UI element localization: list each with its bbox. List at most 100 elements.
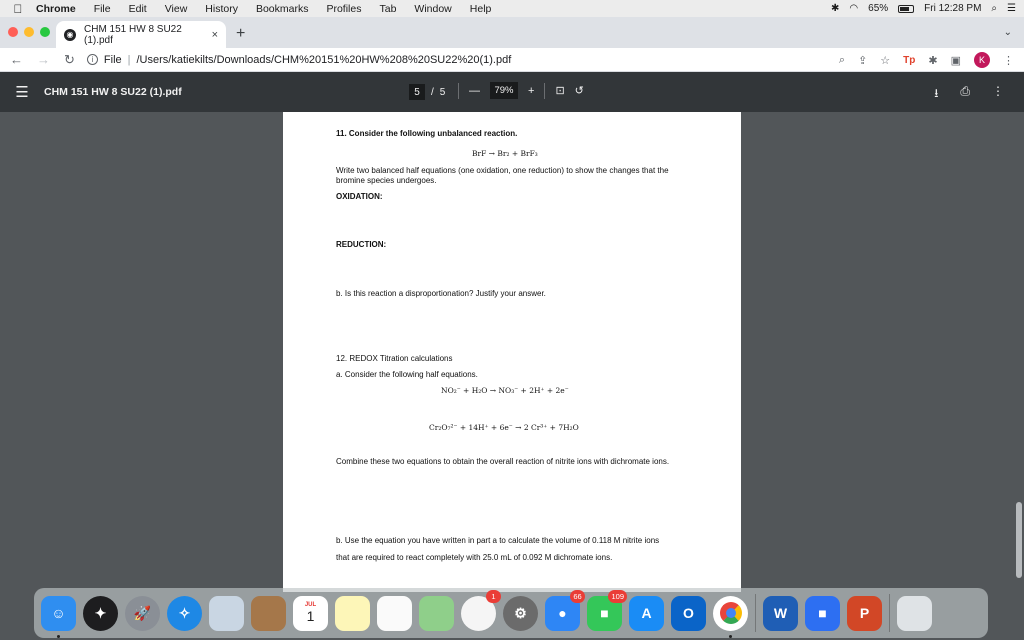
running-indicator xyxy=(57,635,60,638)
new-tab-button[interactable]: + xyxy=(236,25,245,43)
question-12a-text: a. Consider the following half equations… xyxy=(336,370,478,379)
wifi-icon[interactable]: ◠ xyxy=(849,3,858,14)
zoom-in-button[interactable]: + xyxy=(528,85,534,97)
question-12a-instruction: Combine these two equations to obtain th… xyxy=(336,457,669,466)
clock[interactable]: Fri 12:28 PM xyxy=(924,3,981,14)
apple-icon[interactable]:  xyxy=(0,2,36,16)
safari-icon[interactable]: ✧ xyxy=(167,596,202,631)
question-11b-text: b. Is this reaction a disproportionation… xyxy=(336,289,546,298)
menu-edit[interactable]: Edit xyxy=(129,3,147,15)
divider xyxy=(544,83,545,99)
outlook-label: O xyxy=(683,605,694,621)
notes-icon[interactable] xyxy=(335,596,370,631)
menu-file[interactable]: File xyxy=(94,3,111,15)
app-store-icon[interactable]: A xyxy=(629,596,664,631)
extensions-puzzle-icon[interactable]: ✱ xyxy=(928,54,937,67)
photos-badge: 1 xyxy=(486,590,501,603)
powerpoint-icon[interactable]: P xyxy=(847,596,882,631)
extension-tp-icon[interactable]: Tp xyxy=(903,55,915,66)
oxidation-label: OXIDATION: xyxy=(336,192,383,201)
menu-help[interactable]: Help xyxy=(470,3,492,15)
bookmark-star-icon[interactable]: ☆ xyxy=(880,54,890,67)
chrome-icon[interactable] xyxy=(713,596,748,631)
divider xyxy=(458,83,459,99)
contacts-icon[interactable] xyxy=(251,596,286,631)
menu-profiles[interactable]: Profiles xyxy=(326,3,361,15)
rotate-icon[interactable]: ↺ xyxy=(575,84,584,97)
download-icon[interactable]: ⭳ xyxy=(934,84,938,105)
zoom-icon[interactable]: ⌕ xyxy=(839,54,845,67)
window-controls xyxy=(8,27,50,37)
print-icon[interactable]: ⎙ xyxy=(960,84,970,105)
equation-nitrite: NO₂⁻ + H₂O → NO₃⁻ + 2H⁺ + 2e⁻ xyxy=(441,386,569,395)
outlook-icon[interactable]: O xyxy=(671,596,706,631)
close-window-button[interactable] xyxy=(8,27,18,37)
system-preferences-icon[interactable]: ⚙ xyxy=(503,596,538,631)
dock-divider xyxy=(889,594,890,632)
messages-icon[interactable]: ●66 xyxy=(545,596,580,631)
zoom-window-button[interactable] xyxy=(40,27,50,37)
dock-divider xyxy=(755,594,756,632)
current-page-input[interactable]: 5 xyxy=(409,84,425,100)
tab-pdf[interactable]: ◉ CHM 151 HW 8 SU22 (1).pdf × xyxy=(56,21,226,48)
question-11-heading: 11. Consider the following unbalanced re… xyxy=(336,129,517,138)
maps-icon[interactable] xyxy=(419,596,454,631)
menu-bar:  Chrome File Edit View History Bookmark… xyxy=(0,0,1024,17)
fit-page-icon[interactable]: ⊡ xyxy=(555,84,564,97)
bluetooth-icon[interactable]: ✱ xyxy=(831,3,839,14)
address-bar[interactable]: i File | /Users/katiekilts/Downloads/CHM… xyxy=(87,50,827,70)
question-12-heading: 12. REDOX Titration calculations xyxy=(336,354,453,363)
word-label: W xyxy=(774,605,787,621)
search-icon[interactable]: ⌕ xyxy=(991,3,997,14)
reload-icon[interactable]: ↻ xyxy=(64,52,75,68)
preview-icon[interactable] xyxy=(209,596,244,631)
question-11-text-1: Write two balanced half equations (one o… xyxy=(336,166,669,175)
back-icon[interactable]: ← xyxy=(10,52,23,68)
word-icon[interactable]: W xyxy=(763,596,798,631)
equation-dichromate: Cr₂O₇²⁻ + 14H⁺ + 6e⁻ → 2 Cr³⁺ + 7H₂O xyxy=(429,423,579,432)
messages-badge: 66 xyxy=(570,590,585,603)
battery-icon[interactable] xyxy=(898,5,914,13)
menu-window[interactable]: Window xyxy=(414,3,451,15)
more-options-icon[interactable]: ⋮ xyxy=(992,84,1004,105)
total-pages: 5 xyxy=(440,87,446,98)
tab-search-icon[interactable]: ⌄ xyxy=(1004,27,1012,38)
url-text[interactable]: /Users/katiekilts/Downloads/CHM%20151%20… xyxy=(137,54,512,66)
facetime-icon[interactable]: ■109 xyxy=(587,596,622,631)
info-icon[interactable]: i xyxy=(87,54,98,65)
finder-icon[interactable]: ☺ xyxy=(41,596,76,631)
launchpad-icon[interactable]: 🚀 xyxy=(125,596,160,631)
pdf-canvas[interactable]: 11. Consider the following unbalanced re… xyxy=(0,112,1024,640)
pdf-title: CHM 151 HW 8 SU22 (1).pdf xyxy=(44,86,182,98)
zoom-app-icon[interactable]: ■ xyxy=(805,596,840,631)
control-center-icon[interactable]: ☰ xyxy=(1007,3,1016,14)
vertical-scrollbar[interactable] xyxy=(1016,502,1022,578)
forward-icon[interactable]: → xyxy=(37,52,50,68)
minimize-window-button[interactable] xyxy=(24,27,34,37)
equation-brf: BrF → Br₂ + BrF₃ xyxy=(472,149,538,158)
dock: ☺ ✦ 🚀 ✧ JUL 1 1 ⚙ ●66 ■109 A O W ■ P xyxy=(34,588,988,638)
side-panel-icon[interactable]: ▣ xyxy=(951,54,961,67)
question-12b-text-2: that are required to react completely wi… xyxy=(336,553,612,562)
facetime-badge: 109 xyxy=(608,590,627,603)
menu-icon[interactable]: ☰ xyxy=(0,83,44,101)
menu-app-chrome[interactable]: Chrome xyxy=(36,3,76,15)
menu-bookmarks[interactable]: Bookmarks xyxy=(256,3,309,15)
page-selector: 5 / 5 xyxy=(409,84,445,100)
siri-icon[interactable]: ✦ xyxy=(83,596,118,631)
close-tab-button[interactable]: × xyxy=(212,29,218,41)
menu-view[interactable]: View xyxy=(165,3,188,15)
calendar-icon[interactable]: JUL 1 xyxy=(293,596,328,631)
reminders-icon[interactable] xyxy=(377,596,412,631)
share-icon[interactable]: ⇪ xyxy=(858,54,867,67)
kebab-menu-icon[interactable]: ⋮ xyxy=(1003,54,1014,67)
photos-icon[interactable]: 1 xyxy=(461,596,496,631)
battery-percent[interactable]: 65% xyxy=(868,3,888,14)
trash-icon[interactable] xyxy=(897,596,932,631)
profile-avatar[interactable]: K xyxy=(974,52,990,68)
menu-tab[interactable]: Tab xyxy=(379,3,396,15)
zoom-input[interactable]: 79% xyxy=(490,82,518,99)
running-indicator xyxy=(729,635,732,638)
menu-history[interactable]: History xyxy=(205,3,238,15)
zoom-out-button[interactable]: — xyxy=(469,85,480,97)
